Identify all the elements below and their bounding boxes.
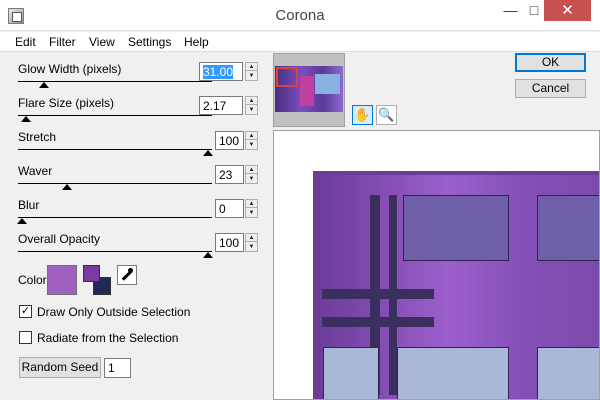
blur-label: Blur <box>18 198 40 212</box>
spin-up-icon[interactable]: ▲ <box>246 97 257 105</box>
spin-up-icon[interactable]: ▲ <box>246 132 257 140</box>
image-shape <box>403 195 509 261</box>
view-rectangle[interactable] <box>276 67 298 87</box>
waver-label: Waver <box>18 164 53 178</box>
color-swatch[interactable] <box>47 265 77 295</box>
close-button[interactable]: ✕ <box>544 0 591 21</box>
radiate-from-selection-checkbox[interactable] <box>19 331 32 344</box>
slider-track <box>18 251 212 252</box>
image-shape <box>322 289 434 299</box>
spin-up-icon[interactable]: ▲ <box>246 63 257 71</box>
minimize-button[interactable]: — <box>497 0 524 21</box>
image-shape <box>323 347 379 399</box>
blur-field[interactable]: 0 <box>215 199 244 218</box>
glow-width-field[interactable]: 31.00 <box>199 62 243 81</box>
slider-thumb[interactable] <box>61 184 72 190</box>
radiate-from-selection-label[interactable]: Radiate from the Selection <box>37 331 178 345</box>
spin-down-icon[interactable]: ▼ <box>246 209 257 217</box>
preview-image <box>313 171 599 399</box>
glow-width-label: Glow Width (pixels) <box>18 62 122 76</box>
image-shape <box>537 195 599 261</box>
stretch-slider[interactable] <box>18 144 213 156</box>
slider-track <box>18 149 212 150</box>
flare-size-label: Flare Size (pixels) <box>18 96 115 110</box>
overall-opacity-label: Overall Opacity <box>18 232 101 246</box>
image-shape <box>397 347 509 399</box>
menu-bar: Edit Filter View Settings Help <box>0 32 600 52</box>
spin-down-icon[interactable]: ▼ <box>246 72 257 80</box>
navigator-thumbnail[interactable] <box>273 53 345 127</box>
pan-hand-icon: ✋ <box>354 107 371 122</box>
image-shape <box>322 317 434 327</box>
slider-thumb[interactable] <box>17 218 27 224</box>
glow-width-spinner[interactable]: ▲ ▼ <box>245 62 258 81</box>
random-seed-button[interactable]: Random Seed <box>19 357 101 378</box>
menu-settings[interactable]: Settings <box>128 35 171 49</box>
eyedropper-icon[interactable] <box>117 265 137 285</box>
slider-track <box>18 217 212 218</box>
slider-thumb[interactable] <box>203 150 213 156</box>
spin-down-icon[interactable]: ▼ <box>246 243 257 251</box>
preview-pane[interactable] <box>273 130 600 400</box>
blur-spinner[interactable]: ▲ ▼ <box>245 199 258 218</box>
spin-down-icon[interactable]: ▼ <box>246 141 257 149</box>
color-label: Color <box>18 273 47 287</box>
stretch-label: Stretch <box>18 130 57 144</box>
waver-spinner[interactable]: ▲ ▼ <box>245 165 258 184</box>
slider-track <box>18 183 212 184</box>
cancel-button[interactable]: Cancel <box>515 79 586 98</box>
flare-size-spinner[interactable]: ▲ ▼ <box>245 96 258 115</box>
slider-thumb[interactable] <box>39 82 50 88</box>
overall-opacity-slider[interactable] <box>18 246 213 258</box>
slider-thumb[interactable] <box>203 252 213 258</box>
stretch-field[interactable]: 100 <box>215 131 244 150</box>
random-seed-field[interactable]: 1 <box>104 358 131 378</box>
menu-help[interactable]: Help <box>184 35 209 49</box>
title-bar: Corona — □ ✕ <box>0 0 600 31</box>
waver-slider[interactable] <box>18 178 212 190</box>
spin-up-icon[interactable]: ▲ <box>246 234 257 242</box>
image-shape <box>537 347 599 399</box>
stretch-spinner[interactable]: ▲ ▼ <box>245 131 258 150</box>
flare-size-field[interactable]: 2.17 <box>199 96 243 115</box>
maximize-button[interactable]: □ <box>524 0 544 21</box>
zoom-magnifier-icon: 🔍 <box>378 107 395 122</box>
menu-view[interactable]: View <box>89 35 115 49</box>
flare-size-slider[interactable] <box>18 110 212 122</box>
zoom-tool-button[interactable]: 🔍 <box>376 105 397 125</box>
draw-outside-selection-checkbox[interactable]: ✓ <box>19 305 32 318</box>
slider-thumb[interactable] <box>20 116 31 122</box>
slider-track <box>18 115 212 116</box>
spin-up-icon[interactable]: ▲ <box>246 166 257 174</box>
draw-outside-selection-label[interactable]: Draw Only Outside Selection <box>37 305 190 319</box>
overall-opacity-field[interactable]: 100 <box>215 233 244 252</box>
ok-button[interactable]: OK <box>515 53 586 72</box>
spin-up-icon[interactable]: ▲ <box>246 200 257 208</box>
waver-field[interactable]: 23 <box>215 165 244 184</box>
blur-slider[interactable] <box>17 212 212 224</box>
glow-width-slider[interactable] <box>18 76 212 88</box>
menu-filter[interactable]: Filter <box>49 35 76 49</box>
spin-down-icon[interactable]: ▼ <box>246 106 257 114</box>
menu-edit[interactable]: Edit <box>15 35 36 49</box>
spin-down-icon[interactable]: ▼ <box>246 175 257 183</box>
overall-opacity-spinner[interactable]: ▲ ▼ <box>245 233 258 252</box>
foreground-color-swatch[interactable] <box>83 265 100 282</box>
pan-tool-button[interactable]: ✋ <box>352 105 373 125</box>
